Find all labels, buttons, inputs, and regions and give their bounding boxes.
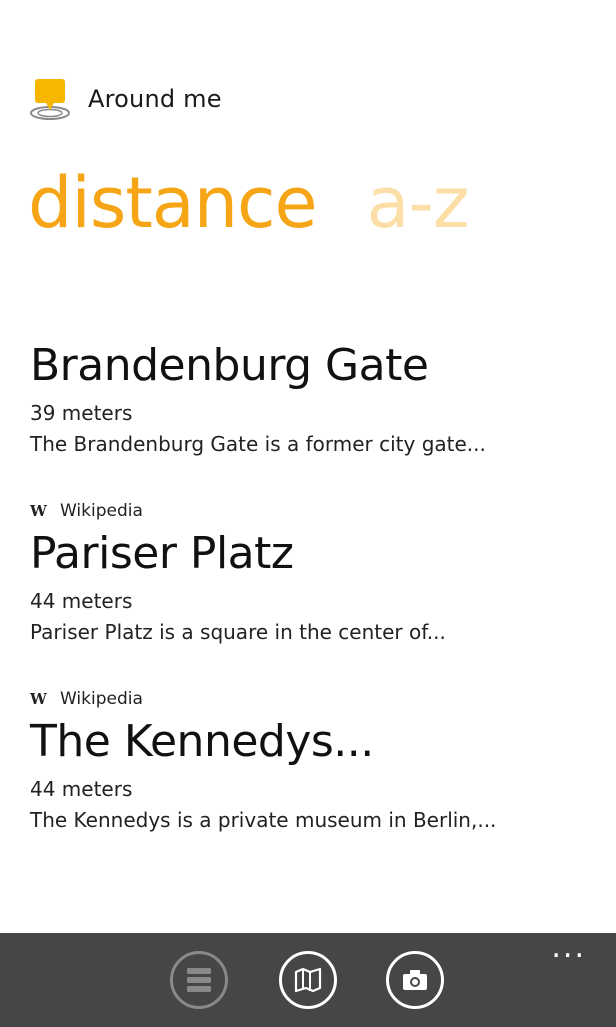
places-list: Brandenburg Gate 39 meters The Brandenbu… <box>30 336 590 836</box>
application-bar: ... <box>0 933 616 1027</box>
place-distance: 44 meters <box>30 589 133 613</box>
camera-button[interactable] <box>386 951 444 1009</box>
place-description: Pariser Platz is a square in the center … <box>30 620 446 644</box>
more-options-icon[interactable]: ... <box>551 933 586 963</box>
pivot-header: distance a-z <box>28 168 470 238</box>
place-distance: 44 meters <box>30 777 133 801</box>
app-header: Around me <box>30 76 222 122</box>
place-description: The Brandenburg Gate is a former city ga… <box>30 432 486 456</box>
list-item[interactable]: W Wikipedia Pariser Platz 44 meters Pari… <box>30 498 590 648</box>
list-item[interactable]: Brandenburg Gate 39 meters The Brandenbu… <box>30 336 590 460</box>
place-distance: 39 meters <box>30 401 133 425</box>
list-icon <box>187 968 211 992</box>
place-title[interactable]: The Kennedys... <box>30 712 590 772</box>
place-description: The Kennedys is a private museum in Berl… <box>30 808 497 832</box>
map-icon <box>294 967 322 993</box>
app-title: Around me <box>88 85 222 113</box>
wikipedia-icon: W <box>30 502 47 520</box>
tab-distance[interactable]: distance <box>28 168 318 238</box>
source-attribution: W Wikipedia <box>30 686 590 712</box>
map-view-button[interactable] <box>279 951 337 1009</box>
list-view-button[interactable] <box>170 951 228 1009</box>
tab-a-z[interactable]: a-z <box>367 168 470 238</box>
source-attribution: W Wikipedia <box>30 498 590 524</box>
wikipedia-icon: W <box>30 690 47 708</box>
camera-icon <box>403 970 427 990</box>
source-label: Wikipedia <box>60 501 143 521</box>
source-label: Wikipedia <box>60 689 143 709</box>
list-item[interactable]: W Wikipedia The Kennedys... 44 meters Th… <box>30 686 590 836</box>
place-title[interactable]: Brandenburg Gate <box>30 336 590 396</box>
place-title[interactable]: Pariser Platz <box>30 524 590 584</box>
location-pin-icon <box>30 77 74 121</box>
